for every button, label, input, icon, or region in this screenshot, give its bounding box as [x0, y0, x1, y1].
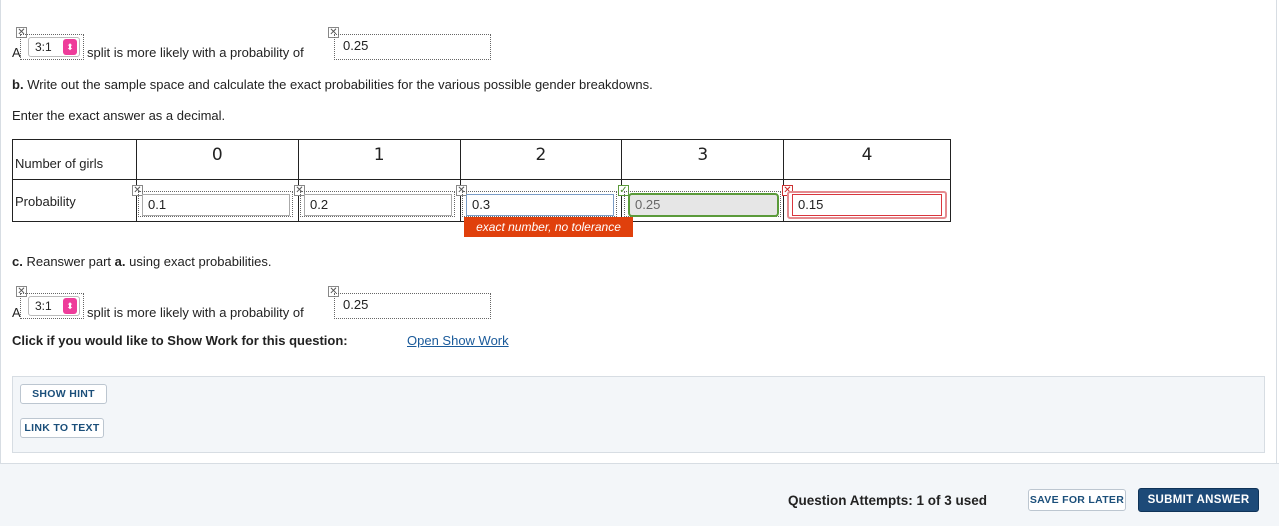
probability-input-0[interactable]: 0.1 — [142, 194, 290, 216]
select-arrow-icon: ⬍ — [63, 39, 77, 55]
link-panel: LINK TO TEXT — [12, 410, 1265, 453]
probability-input-3[interactable]: 0.25 — [628, 193, 779, 217]
part-c-text-after: using exact probabilities. — [129, 254, 272, 269]
part-c-ratio-select-value: 3:1 — [35, 299, 52, 313]
divider — [1276, 0, 1277, 464]
submit-answer-button[interactable]: SUBMIT ANSWER — [1138, 488, 1259, 512]
column-header-3: 3 — [621, 139, 785, 180]
column-header-4: 4 — [783, 139, 951, 180]
divider — [0, 0, 1, 464]
hint-panel: SHOW HINT — [12, 376, 1265, 411]
save-for-later-button[interactable]: SAVE FOR LATER — [1028, 489, 1126, 511]
part-c-label: c. — [12, 254, 23, 269]
probability-input-4[interactable]: 0.15 — [792, 194, 942, 216]
part-c-middle-text: split is more likely with a probability … — [87, 305, 304, 320]
part-c-ratio-select[interactable]: 3:1 ⬍ — [28, 296, 80, 316]
part-b-instruction: b. Write out the sample space and calcul… — [12, 77, 653, 92]
part-c-bold-ref: a. — [114, 254, 126, 269]
column-header-0: 0 — [135, 139, 299, 180]
attempts-counter: Question Attempts: 1 of 3 used — [788, 493, 988, 508]
column-header-1: 1 — [297, 139, 461, 180]
part-c-probability-input[interactable]: 0.25 — [338, 295, 488, 317]
show-hint-button[interactable]: SHOW HINT — [20, 384, 107, 404]
part-b-label: b. — [12, 77, 24, 92]
select-arrow-icon: ⬍ — [63, 298, 77, 314]
show-work-prompt: Click if you would like to Show Work for… — [12, 333, 348, 348]
link-to-text-button[interactable]: LINK TO TEXT — [20, 418, 104, 438]
open-show-work-link[interactable]: Open Show Work — [407, 333, 509, 348]
part-a-ratio-select[interactable]: 3:1 ⬍ — [28, 37, 80, 57]
probability-input-1[interactable]: 0.2 — [304, 194, 452, 216]
validation-tooltip: exact number, no tolerance — [464, 217, 633, 237]
probability-input-2[interactable]: 0.3 — [466, 194, 614, 216]
decimal-note: Enter the exact answer as a decimal. — [12, 108, 226, 123]
part-c-text-before: Reanswer part — [26, 254, 112, 269]
part-a-ratio-select-value: 3:1 — [35, 40, 52, 54]
part-a-middle-text: split is more likely with a probability … — [87, 45, 304, 60]
row-header-girls: Number of girls — [12, 139, 137, 180]
row-header-probability: Probability — [12, 179, 137, 222]
part-c-instruction: c. Reanswer part a. using exact probabil… — [12, 254, 271, 269]
part-b-text: Write out the sample space and calculate… — [27, 77, 653, 92]
column-header-2: 2 — [459, 139, 623, 180]
part-a-probability-input[interactable]: 0.25 — [338, 36, 488, 58]
